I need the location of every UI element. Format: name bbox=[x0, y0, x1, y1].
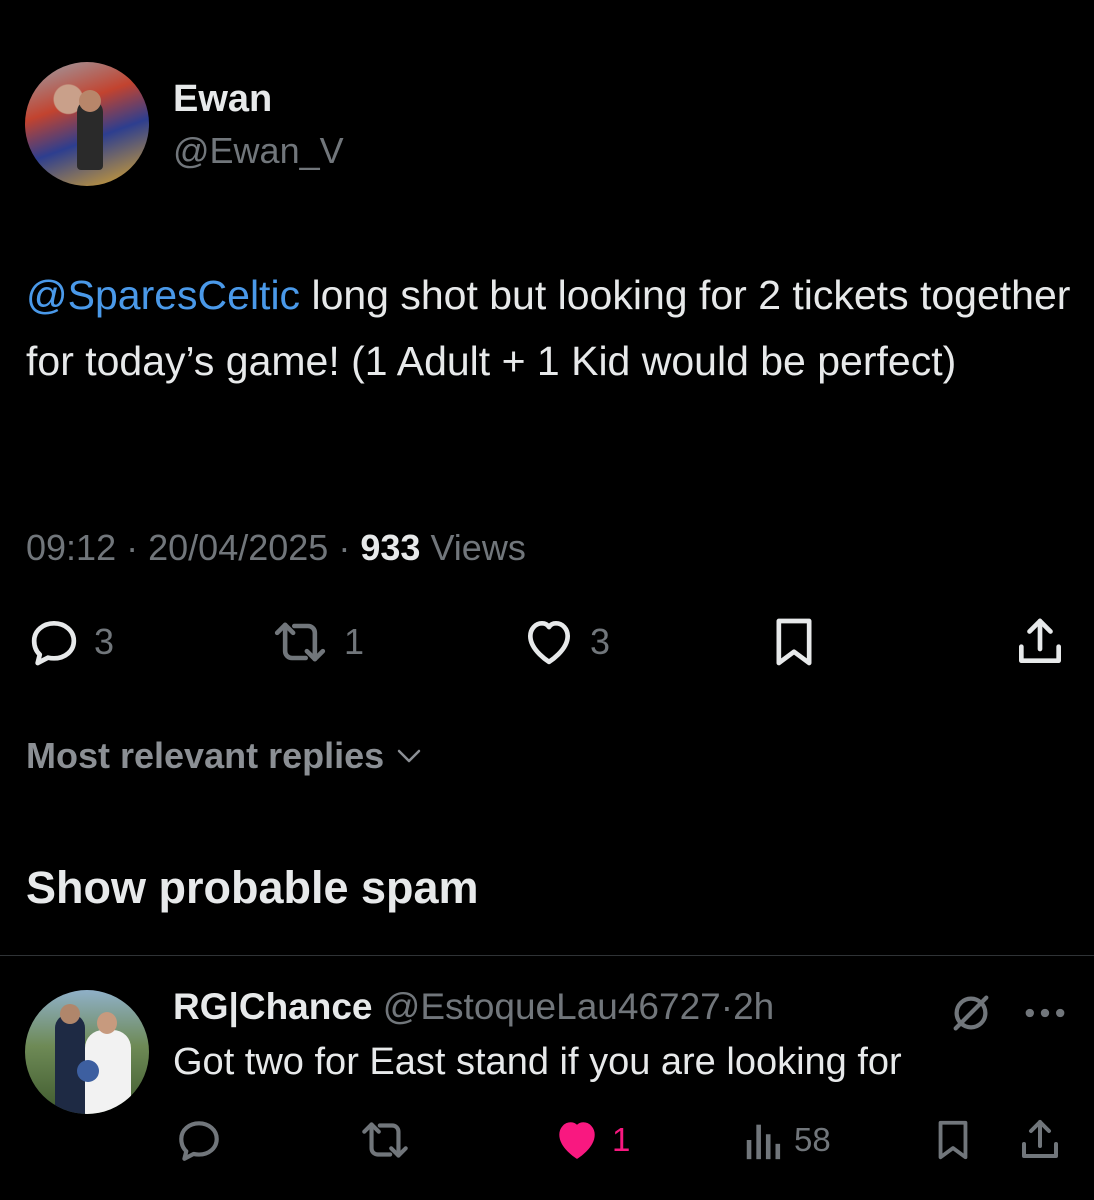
show-probable-spam-button[interactable]: Show probable spam bbox=[26, 862, 479, 914]
views-icon bbox=[746, 1124, 781, 1160]
mention-link[interactable]: @SparesCeltic bbox=[26, 272, 300, 318]
sort-replies-dropdown[interactable]: Most relevant replies bbox=[26, 735, 426, 777]
share-icon bbox=[1022, 1120, 1058, 1158]
tweet-time[interactable]: 09:12 bbox=[26, 527, 116, 568]
avatar-groom-head bbox=[60, 1004, 80, 1024]
bookmark-icon bbox=[776, 618, 812, 666]
slashed-circle-icon bbox=[953, 995, 989, 1031]
reply-like-count: 1 bbox=[612, 1121, 631, 1158]
views-label: Views bbox=[430, 527, 526, 568]
reply-reply-button[interactable] bbox=[174, 1112, 224, 1168]
share-icon bbox=[1019, 618, 1061, 663]
tweet-meta: 09:12 · 20/04/2025 · 933 Views bbox=[26, 527, 526, 569]
reply-separator: · bbox=[720, 986, 734, 1027]
reply-time[interactable]: 2h bbox=[733, 986, 774, 1027]
reply-bookmark-button[interactable] bbox=[930, 1112, 976, 1168]
meta-separator: · bbox=[126, 527, 139, 568]
avatar-bride-head bbox=[97, 1012, 117, 1034]
divider bbox=[0, 955, 1094, 956]
reply-button[interactable]: 3 bbox=[26, 612, 114, 672]
tweet-text: @SparesCeltic long shot but looking for … bbox=[26, 262, 1076, 394]
like-button[interactable]: 3 bbox=[520, 612, 610, 672]
views-count: 933 bbox=[360, 527, 421, 568]
author-name[interactable]: Ewan bbox=[173, 78, 272, 121]
heart-icon bbox=[528, 621, 570, 665]
author-handle[interactable]: @Ewan_V bbox=[173, 130, 344, 172]
reply-count: 3 bbox=[94, 621, 115, 662]
reply-repost-button[interactable] bbox=[356, 1112, 414, 1168]
reply-like-button[interactable]: 1 bbox=[552, 1112, 630, 1168]
avatar-bouquet bbox=[77, 1060, 99, 1082]
share-button[interactable] bbox=[1012, 612, 1068, 672]
repost-icon bbox=[362, 1122, 408, 1158]
more-button[interactable] bbox=[1022, 994, 1068, 1037]
repost-button[interactable]: 1 bbox=[268, 612, 364, 672]
meta-separator: · bbox=[338, 527, 351, 568]
like-count: 3 bbox=[590, 621, 611, 662]
reply-author-handle[interactable]: @EstoqueLau46727 bbox=[383, 986, 721, 1027]
reply-views-count: 58 bbox=[794, 1121, 831, 1158]
chevron-down-icon bbox=[397, 749, 421, 763]
reply-icon bbox=[31, 621, 77, 666]
author-avatar[interactable] bbox=[25, 62, 149, 186]
grok-button[interactable] bbox=[948, 990, 994, 1041]
reply-views-button[interactable]: 58 bbox=[744, 1112, 831, 1168]
more-icon bbox=[1025, 1008, 1065, 1018]
reply-author-name[interactable]: RG|Chance bbox=[173, 986, 373, 1027]
bookmark-icon bbox=[938, 1120, 968, 1160]
repost-count: 1 bbox=[344, 621, 365, 662]
bookmark-button[interactable] bbox=[766, 612, 822, 672]
reply-text: Got two for East stand if you are lookin… bbox=[173, 1041, 902, 1083]
reply-header: RG|Chance @EstoqueLau46727·2h bbox=[173, 986, 774, 1028]
avatar-head bbox=[79, 90, 101, 112]
heart-icon bbox=[559, 1122, 595, 1159]
sort-label: Most relevant replies bbox=[26, 735, 385, 776]
reply-author-avatar[interactable] bbox=[25, 990, 149, 1114]
repost-icon bbox=[274, 622, 326, 662]
reply-share-button[interactable] bbox=[1016, 1112, 1064, 1168]
reply-icon bbox=[179, 1121, 219, 1161]
tweet-date[interactable]: 20/04/2025 bbox=[148, 527, 328, 568]
